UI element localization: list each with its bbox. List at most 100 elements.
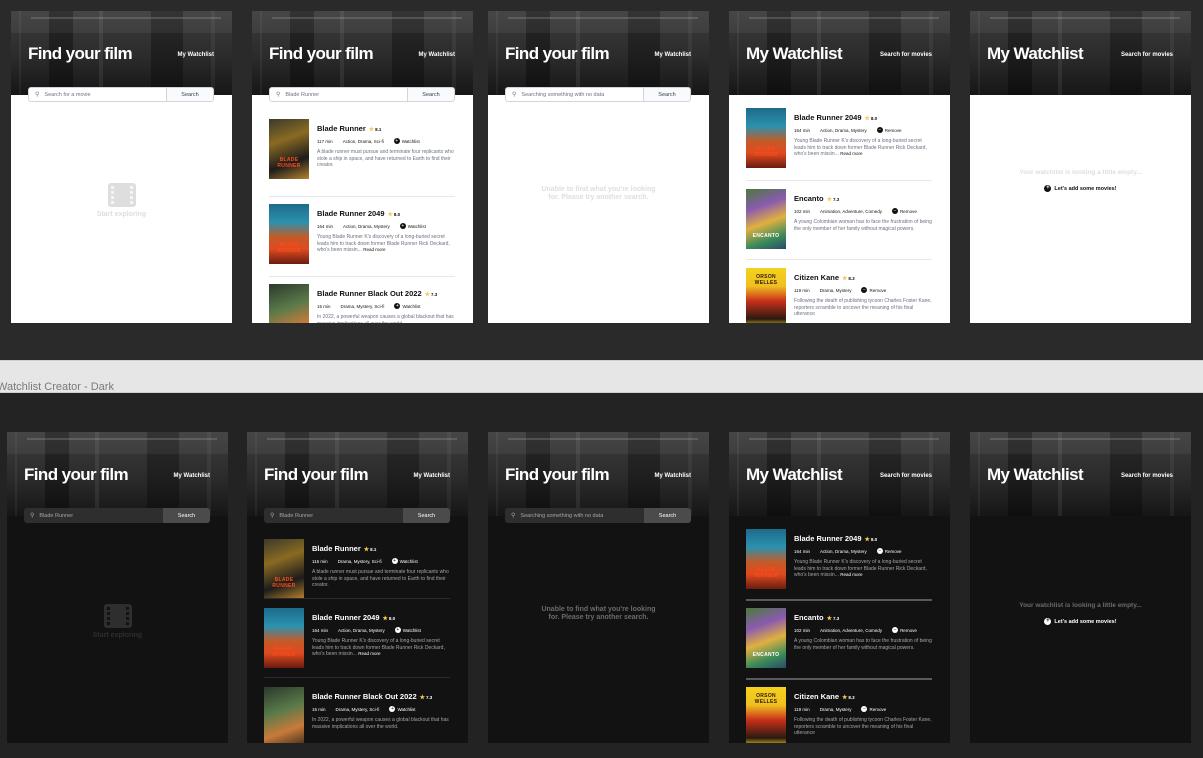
my-watchlist-link[interactable]: My Watchlist bbox=[419, 52, 455, 58]
movie-genres: Drama, Mystery bbox=[819, 287, 852, 293]
search-icon: ⚲ bbox=[35, 92, 40, 98]
movie-title[interactable]: Blade Runner bbox=[312, 544, 361, 553]
search-input[interactable]: ⚲ Searching something with no data bbox=[505, 87, 644, 102]
search-query: Searching something with no data bbox=[521, 91, 605, 98]
movie-plot: A blade runner must pursue and terminate… bbox=[312, 569, 449, 588]
movie-title[interactable]: Blade Runner Black Out 2022 bbox=[312, 692, 417, 701]
movie-genres: Action, Drama, Mystery bbox=[820, 127, 867, 133]
movie-genres: Animation, Adventure, Comedy bbox=[820, 208, 883, 214]
search-for-movies-link[interactable]: Search for movies bbox=[1121, 473, 1173, 479]
read-more-link[interactable]: Read more bbox=[840, 572, 862, 577]
remove-button[interactable]: − Remove bbox=[861, 287, 896, 293]
movie-poster[interactable] bbox=[264, 687, 304, 743]
my-watchlist-link[interactable]: My Watchlist bbox=[655, 52, 691, 58]
movie-rating: 8.0 bbox=[870, 116, 878, 121]
movie-poster[interactable]: ORSON WELLES bbox=[746, 687, 786, 743]
search-input[interactable]: ⚲ Searching something with no data bbox=[505, 508, 644, 523]
movie-poster[interactable]: BLADE RUNNER bbox=[264, 539, 304, 599]
my-watchlist-link[interactable]: My Watchlist bbox=[174, 473, 210, 479]
movie-title[interactable]: Citizen Kane bbox=[794, 273, 839, 282]
divider bbox=[746, 678, 932, 680]
remove-button[interactable]: − Remove bbox=[892, 208, 927, 214]
search-button[interactable]: Search bbox=[644, 508, 691, 523]
add-movies-link[interactable]: + Let's add some movies! bbox=[970, 185, 1191, 192]
movie-poster[interactable] bbox=[269, 284, 309, 323]
watchlist-empty-message: Your watchlist is looking a little empty… bbox=[1019, 602, 1142, 609]
hero-header: My Watchlist Search for movies bbox=[970, 11, 1191, 95]
movie-title[interactable]: Encanto bbox=[794, 613, 824, 622]
star-icon: ★ bbox=[424, 292, 431, 298]
search-icon: ⚲ bbox=[512, 92, 517, 98]
movie-plot: In 2022, a powerful weapon causes a glob… bbox=[317, 314, 454, 323]
remove-button[interactable]: − Remove bbox=[876, 127, 912, 133]
search-query: Searching something with no data bbox=[520, 512, 604, 519]
search-button[interactable]: Search bbox=[167, 87, 214, 102]
search-input[interactable]: ⚲ Search for a movie bbox=[28, 87, 167, 102]
movie-genres: Action, Drama, Mystery bbox=[820, 548, 867, 554]
hero-header: Find your film My Watchlist bbox=[488, 11, 709, 95]
add-movies-link[interactable]: + Let's add some movies! bbox=[970, 618, 1191, 625]
movie-rating: 8.1 bbox=[370, 547, 377, 552]
movie-plot: A young Colombian woman has to face the … bbox=[794, 219, 932, 232]
add-to-watchlist-button[interactable]: + Watchlist bbox=[391, 558, 428, 564]
movie-poster[interactable]: ENCANTO bbox=[746, 608, 786, 668]
search-for-movies-link[interactable]: Search for movies bbox=[880, 473, 932, 479]
movie-title[interactable]: Blade Runner bbox=[317, 124, 366, 133]
remove-button[interactable]: − Remove bbox=[861, 706, 896, 712]
movie-poster[interactable]: BLADE RUNNER bbox=[746, 529, 786, 589]
search-button[interactable]: Search bbox=[644, 87, 691, 102]
movie-title[interactable]: Blade Runner Black Out 2022 bbox=[317, 289, 422, 298]
add-to-watchlist-button[interactable]: + Watchlist bbox=[394, 303, 430, 309]
movie-title[interactable]: Blade Runner 2049 bbox=[794, 534, 862, 543]
remove-button[interactable]: − Remove bbox=[876, 548, 912, 554]
star-icon: ★ bbox=[864, 537, 870, 543]
minus-icon: − bbox=[861, 287, 868, 293]
movie-poster[interactable]: BLADE RUNNER bbox=[746, 108, 786, 168]
divider bbox=[269, 196, 455, 197]
frame-watchlist-empty-light: My Watchlist Search for movies Your watc… bbox=[970, 11, 1191, 323]
read-more-link[interactable]: Read more bbox=[363, 247, 385, 252]
plus-icon: + bbox=[394, 627, 401, 633]
movie-card: BLADE RUNNER Blade Runner 2049 ★8.0 164 m… bbox=[264, 608, 450, 678]
movie-card: BLADE RUNNER Blade Runner ★8.1 117 min Ac… bbox=[269, 119, 455, 189]
movie-title[interactable]: Encanto bbox=[794, 194, 824, 203]
watchlist-item: ORSON WELLES Citizen Kane ★8.3 119 min Dr… bbox=[746, 268, 932, 323]
watchlist-item: ORSON WELLES Citizen Kane ★8.3 119 min Dr… bbox=[746, 687, 932, 743]
add-to-watchlist-button[interactable]: + Watchlist bbox=[389, 706, 425, 712]
read-more-link[interactable]: Read more bbox=[358, 651, 380, 656]
plus-icon: + bbox=[1044, 618, 1052, 625]
search-button[interactable]: Search bbox=[163, 508, 210, 523]
my-watchlist-link[interactable]: My Watchlist bbox=[414, 473, 450, 479]
remove-button[interactable]: − Remove bbox=[892, 627, 927, 633]
movie-genres: Action, Drama, Sci-fi bbox=[342, 138, 384, 144]
section-header: Watchlist Creator - Dark bbox=[0, 360, 1203, 393]
movie-runtime: 164 min bbox=[317, 223, 334, 229]
add-to-watchlist-button[interactable]: + Watchlist bbox=[393, 138, 430, 144]
frame-search-results-dark: Find your film My Watchlist ⚲ Blade Runn… bbox=[247, 432, 468, 743]
movie-title[interactable]: Blade Runner 2049 bbox=[317, 209, 385, 218]
add-to-watchlist-button[interactable]: + Watchlist bbox=[399, 223, 436, 229]
search-for-movies-link[interactable]: Search for movies bbox=[880, 52, 932, 58]
movie-poster[interactable]: ORSON WELLES bbox=[746, 268, 786, 323]
search-for-movies-link[interactable]: Search for movies bbox=[1121, 52, 1173, 58]
frame-no-results-dark: Find your film My Watchlist ⚲ Searching … bbox=[488, 432, 709, 743]
add-to-watchlist-button[interactable]: + Watchlist bbox=[394, 627, 431, 633]
movie-title[interactable]: Citizen Kane bbox=[794, 692, 839, 701]
movie-title[interactable]: Blade Runner 2049 bbox=[794, 113, 862, 122]
hero-header: My Watchlist Search for movies bbox=[729, 432, 950, 516]
search-button[interactable]: Search bbox=[408, 87, 455, 102]
search-query: Blade Runner bbox=[39, 512, 74, 519]
search-bar: ⚲ Blade Runner Search bbox=[24, 508, 210, 523]
movie-poster[interactable]: ENCANTO bbox=[746, 189, 786, 249]
movie-poster[interactable]: BLADE RUNNER bbox=[269, 119, 309, 179]
search-input[interactable]: ⚲ Blade Runner bbox=[264, 508, 403, 523]
my-watchlist-link[interactable]: My Watchlist bbox=[655, 473, 691, 479]
search-input[interactable]: ⚲ Blade Runner bbox=[24, 508, 163, 523]
movie-title[interactable]: Blade Runner 2049 bbox=[312, 613, 380, 622]
read-more-link[interactable]: Read more bbox=[840, 151, 862, 156]
search-button[interactable]: Search bbox=[403, 508, 450, 523]
movie-poster[interactable]: BLADE RUNNER bbox=[264, 608, 304, 668]
movie-poster[interactable]: BLADE RUNNER bbox=[269, 204, 309, 264]
my-watchlist-link[interactable]: My Watchlist bbox=[178, 52, 214, 58]
search-input[interactable]: ⚲ Blade Runner bbox=[269, 87, 408, 102]
